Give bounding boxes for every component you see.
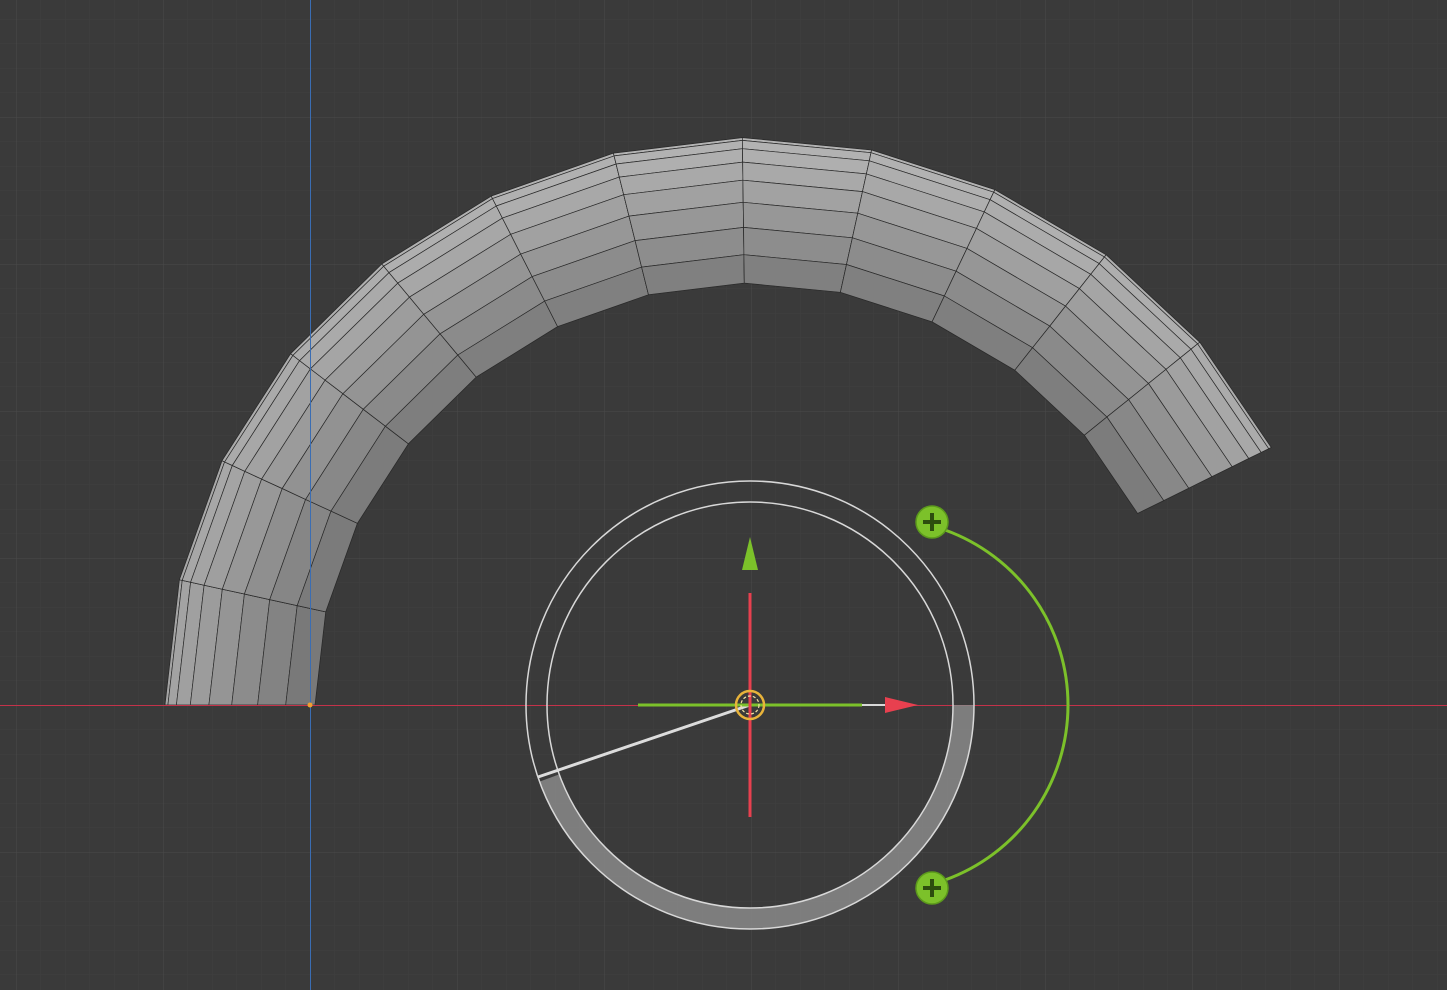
plus-circle-icon-v <box>930 513 934 531</box>
3d-viewport[interactable] <box>0 0 1447 990</box>
origin-marker <box>307 702 313 708</box>
plus-circle-icon-v <box>930 879 934 897</box>
